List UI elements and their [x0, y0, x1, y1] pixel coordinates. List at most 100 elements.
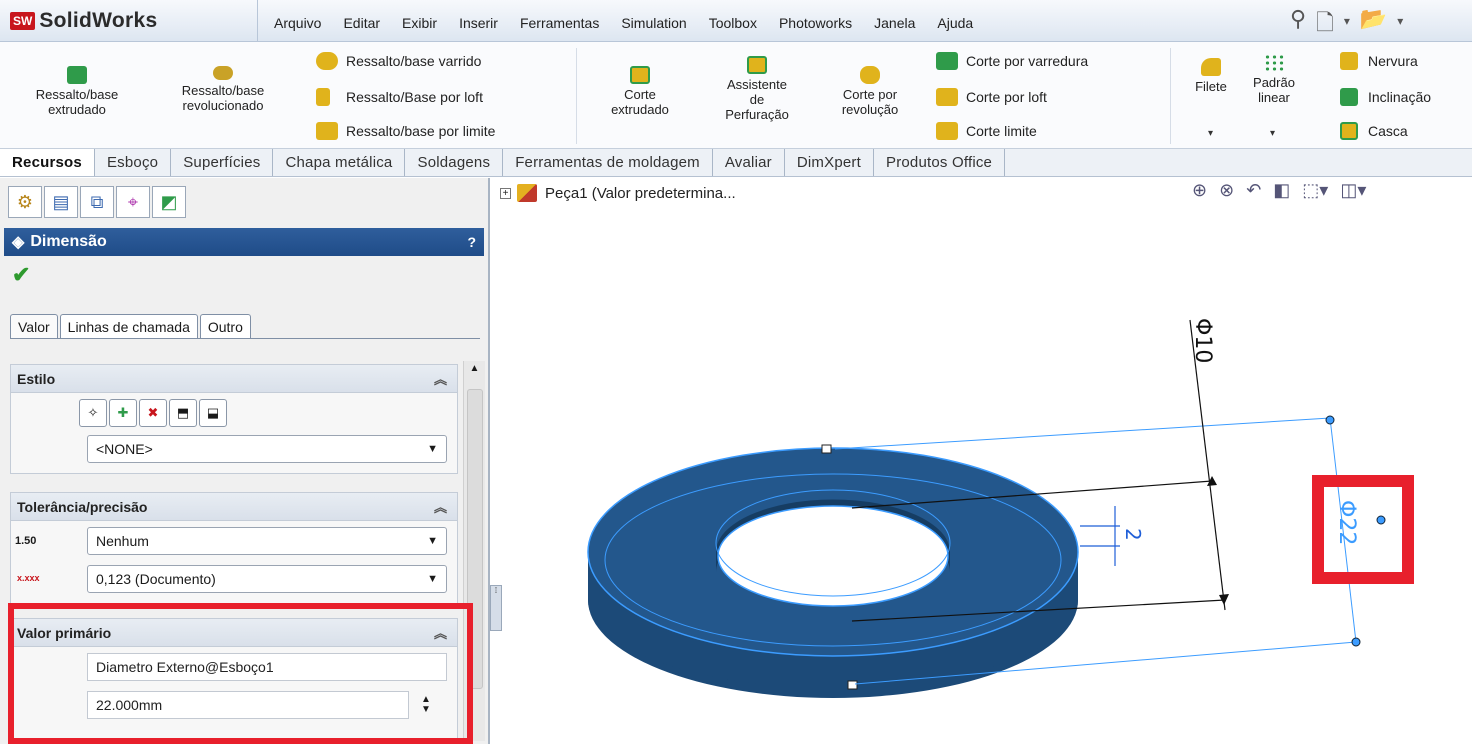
property-manager-header: ◈ Dimensão ? [4, 228, 484, 256]
expand-icon[interactable]: + [500, 187, 511, 199]
menu-ajuda[interactable]: Ajuda [925, 12, 983, 34]
draft-icon [1340, 88, 1358, 106]
manager-tabs: ⚙ ▤ ⧉ ⌖ ◩ [8, 186, 188, 218]
extruded-boss-label-2: extrudado [48, 102, 106, 117]
revolved-cut-button[interactable]: Corte por revolução [828, 66, 912, 117]
hole-wizard-button[interactable]: Assistente de Perfuração [712, 56, 802, 122]
extruded-boss-button[interactable]: Ressalto/base extrudado [22, 66, 132, 117]
add-style-icon[interactable]: ✚ [109, 399, 137, 427]
tolerance-group-header[interactable]: Tolerância/precisão ︽ [11, 493, 457, 521]
boundary-boss-button[interactable]: Ressalto/base por limite [316, 122, 495, 140]
dimension-text-10[interactable]: Φ10 [1190, 318, 1215, 363]
title-bar: SW SolidWorks Arquivo Editar Exibir Inse… [0, 0, 1472, 42]
apply-default-style-icon[interactable]: ✧ [79, 399, 107, 427]
menu-photoworks[interactable]: Photoworks [767, 12, 862, 34]
page-title: Dimensão [30, 233, 107, 250]
lofted-cut-icon [936, 88, 958, 106]
tab-soldagens[interactable]: Soldagens [405, 149, 504, 176]
dimension-text-22[interactable]: Φ22 [1334, 500, 1359, 545]
panel-splitter-handle[interactable]: ⁞ [490, 585, 502, 631]
fillet-dropdown-icon[interactable]: ▾ [1208, 128, 1213, 139]
tab-produtos-office[interactable]: Produtos Office [874, 149, 1006, 176]
menu-editar[interactable]: Editar [331, 12, 390, 34]
menu-janela[interactable]: Janela [862, 12, 925, 34]
load-style-icon[interactable]: ⬓ [199, 399, 227, 427]
shell-button[interactable]: Casca [1340, 122, 1408, 140]
swept-cut-button[interactable]: Corte por varredura [936, 52, 1088, 70]
dimension-handle[interactable] [1376, 515, 1386, 525]
previous-view-icon[interactable]: ↶ [1246, 180, 1261, 201]
open-folder-icon[interactable]: 📂 [1360, 6, 1387, 44]
menu-arquivo[interactable]: Arquivo [262, 12, 331, 34]
fillet-label: Filete [1195, 79, 1227, 94]
zoom-to-fit-icon[interactable]: ⊕ [1192, 180, 1207, 201]
tab-linhas-de-chamada[interactable]: Linhas de chamada [59, 314, 198, 339]
rib-button[interactable]: Nervura [1340, 52, 1418, 70]
feature-manager-tab[interactable]: ⚙ [8, 186, 42, 218]
pattern-dropdown-icon[interactable]: ▾ [1270, 128, 1275, 139]
lofted-cut-button[interactable]: Corte por loft [936, 88, 1047, 106]
tab-chapa-metalica[interactable]: Chapa metálica [273, 149, 406, 176]
boundary-cut-button[interactable]: Corte limite [936, 122, 1037, 140]
display-style-icon[interactable]: ◫▾ [1340, 180, 1366, 201]
sketch-point[interactable] [847, 680, 858, 690]
graphics-viewport[interactable]: Φ22 Φ10 2 [505, 200, 1472, 744]
draft-button[interactable]: Inclinação [1340, 88, 1431, 106]
dimension-text-2[interactable]: 2 [1121, 528, 1145, 541]
style-group-header[interactable]: Estilo ︽ [11, 365, 457, 393]
command-manager-ribbon: Ressalto/base extrudado Ressalto/base re… [0, 42, 1472, 149]
menu-toolbox[interactable]: Toolbox [697, 12, 767, 34]
dimension-handle[interactable] [1351, 637, 1361, 647]
help-button[interactable]: ? [467, 234, 476, 250]
chevron-down-icon[interactable]: ▾ [1344, 6, 1350, 44]
save-style-icon[interactable]: ⬒ [169, 399, 197, 427]
tolerance-type-select[interactable]: Nenhum ▼ [87, 527, 447, 555]
precision-select[interactable]: 0,123 (Documento) ▼ [87, 565, 447, 593]
tab-dimxpert[interactable]: DimXpert [785, 149, 874, 176]
lofted-boss-button[interactable]: Ressalto/Base por loft [316, 88, 483, 106]
tab-outro[interactable]: Outro [199, 314, 251, 339]
feature-tree-icon: ⚙ [16, 191, 34, 212]
dimension-handle[interactable] [1325, 415, 1335, 425]
menu-ferramentas[interactable]: Ferramentas [508, 12, 609, 34]
crosshair-icon: ⌖ [127, 191, 139, 212]
linear-pattern-icon [1264, 54, 1284, 72]
dimxpert-manager-tab[interactable]: ⌖ [116, 186, 150, 218]
tab-avaliar[interactable]: Avaliar [713, 149, 785, 176]
style-select[interactable]: <NONE> ▼ [87, 435, 447, 463]
collapse-icon[interactable]: ︽ [434, 369, 447, 388]
configuration-manager-tab[interactable]: ⧉ [80, 186, 114, 218]
menu-simulation[interactable]: Simulation [609, 12, 696, 34]
extruded-cut-label-2: extrudado [611, 102, 669, 117]
revolved-boss-button[interactable]: Ressalto/base revolucionado [170, 66, 276, 113]
property-icon: ▤ [52, 191, 70, 212]
tab-superficies[interactable]: Superfícies [171, 149, 274, 176]
swept-boss-button[interactable]: Ressalto/base varrido [316, 52, 481, 70]
ok-checkmark-icon[interactable]: ✔ [12, 262, 30, 288]
zoom-to-area-icon[interactable]: ⊗ [1219, 180, 1234, 201]
revolved-cut-icon [860, 66, 880, 84]
chevron-down-icon: ▼ [427, 573, 438, 585]
section-view-icon[interactable]: ◧ [1273, 180, 1290, 201]
linear-pattern-button[interactable]: Padrão linear [1250, 54, 1298, 105]
sketch-point[interactable] [821, 444, 832, 454]
tab-valor[interactable]: Valor [10, 314, 58, 339]
menu-exibir[interactable]: Exibir [390, 12, 447, 34]
pin-icon[interactable]: ⚲ [1290, 6, 1306, 44]
tab-recursos[interactable]: Recursos [0, 149, 95, 176]
tab-ferramentas-de-moldagem[interactable]: Ferramentas de moldagem [503, 149, 713, 176]
display-manager-tab[interactable]: ◩ [152, 186, 186, 218]
new-document-icon[interactable]: 🗋 [1316, 6, 1334, 44]
delete-style-icon[interactable]: ✖ [139, 399, 167, 427]
extruded-cut-button[interactable]: Corte extrudado [600, 66, 680, 117]
property-manager-tab[interactable]: ▤ [44, 186, 78, 218]
tab-esboco[interactable]: Esboço [95, 149, 172, 176]
view-orientation-icon[interactable]: ⬚▾ [1302, 180, 1328, 201]
scroll-up-icon[interactable]: ▲ [464, 361, 485, 374]
extension-line-22-top [834, 417, 1331, 450]
solidworks-logo[interactable]: SW SolidWorks [10, 8, 157, 34]
chevron-down-icon[interactable]: ▾ [1397, 6, 1403, 44]
menu-inserir[interactable]: Inserir [447, 12, 508, 34]
collapse-icon[interactable]: ︽ [434, 497, 447, 516]
fillet-button[interactable]: Filete [1186, 58, 1236, 94]
